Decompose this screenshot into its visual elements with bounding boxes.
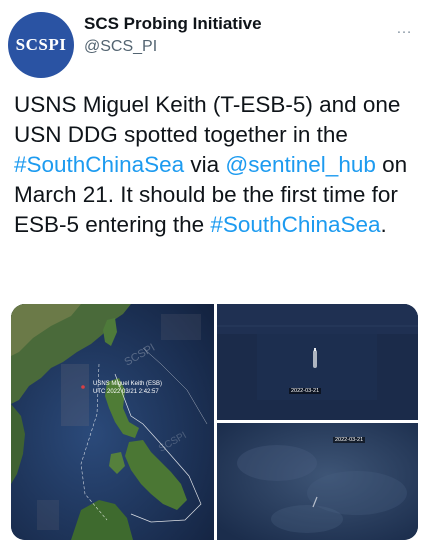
hashtag-link[interactable]: #SouthChinaSea — [210, 212, 380, 237]
more-options-icon[interactable]: … — [396, 20, 413, 38]
account-handle[interactable]: @SCS_PI — [84, 36, 262, 58]
avatar[interactable]: SCSPI — [8, 12, 74, 78]
mention-link[interactable]: @sentinel_hub — [225, 152, 375, 177]
satellite-graphic-2 — [217, 423, 418, 540]
satellite-graphic-1 — [217, 304, 418, 420]
satellite-date-2: 2022-03-21 — [333, 437, 366, 443]
tweet-text-segment: . — [380, 212, 387, 237]
account-names: SCS Probing Initiative @SCS_PI — [84, 14, 262, 58]
map-graphic: SCSPI SCSPI — [11, 304, 214, 540]
tweet-card: SCSPI SCS Probing Initiative @SCS_PI … U… — [0, 0, 425, 546]
tweet-text-segment: via — [184, 152, 226, 177]
avatar-text: SCSPI — [15, 35, 67, 54]
map-vessel-name: USNS Miguel Keith (ESB) — [93, 381, 163, 387]
tweet-header: SCSPI SCS Probing Initiative @SCS_PI … — [8, 8, 417, 78]
map-vessel-label: USNS Miguel Keith (ESB) UTC 2022 03/21 2… — [93, 380, 162, 396]
satellite-image-2[interactable]: 2022-03-21 — [217, 423, 418, 540]
display-name[interactable]: SCS Probing Initiative — [84, 14, 262, 34]
map-vessel-time: UTC 2022 03/21 2:42:57 — [93, 389, 159, 395]
media-grid: SCSPI SCSPI USNS Miguel Keith (ESB) UTC … — [11, 304, 418, 540]
satellite-date-1: 2022-03-21 — [289, 388, 322, 394]
map-image[interactable]: SCSPI SCSPI USNS Miguel Keith (ESB) UTC … — [11, 304, 214, 540]
tweet-text: USNS Miguel Keith (T-ESB-5) and one USN … — [14, 90, 418, 240]
hashtag-link[interactable]: #SouthChinaSea — [14, 152, 184, 177]
satellite-image-1[interactable]: 2022-03-21 — [217, 304, 418, 420]
tweet-text-segment: USNS Miguel Keith (T-ESB-5) and one USN … — [14, 92, 401, 147]
